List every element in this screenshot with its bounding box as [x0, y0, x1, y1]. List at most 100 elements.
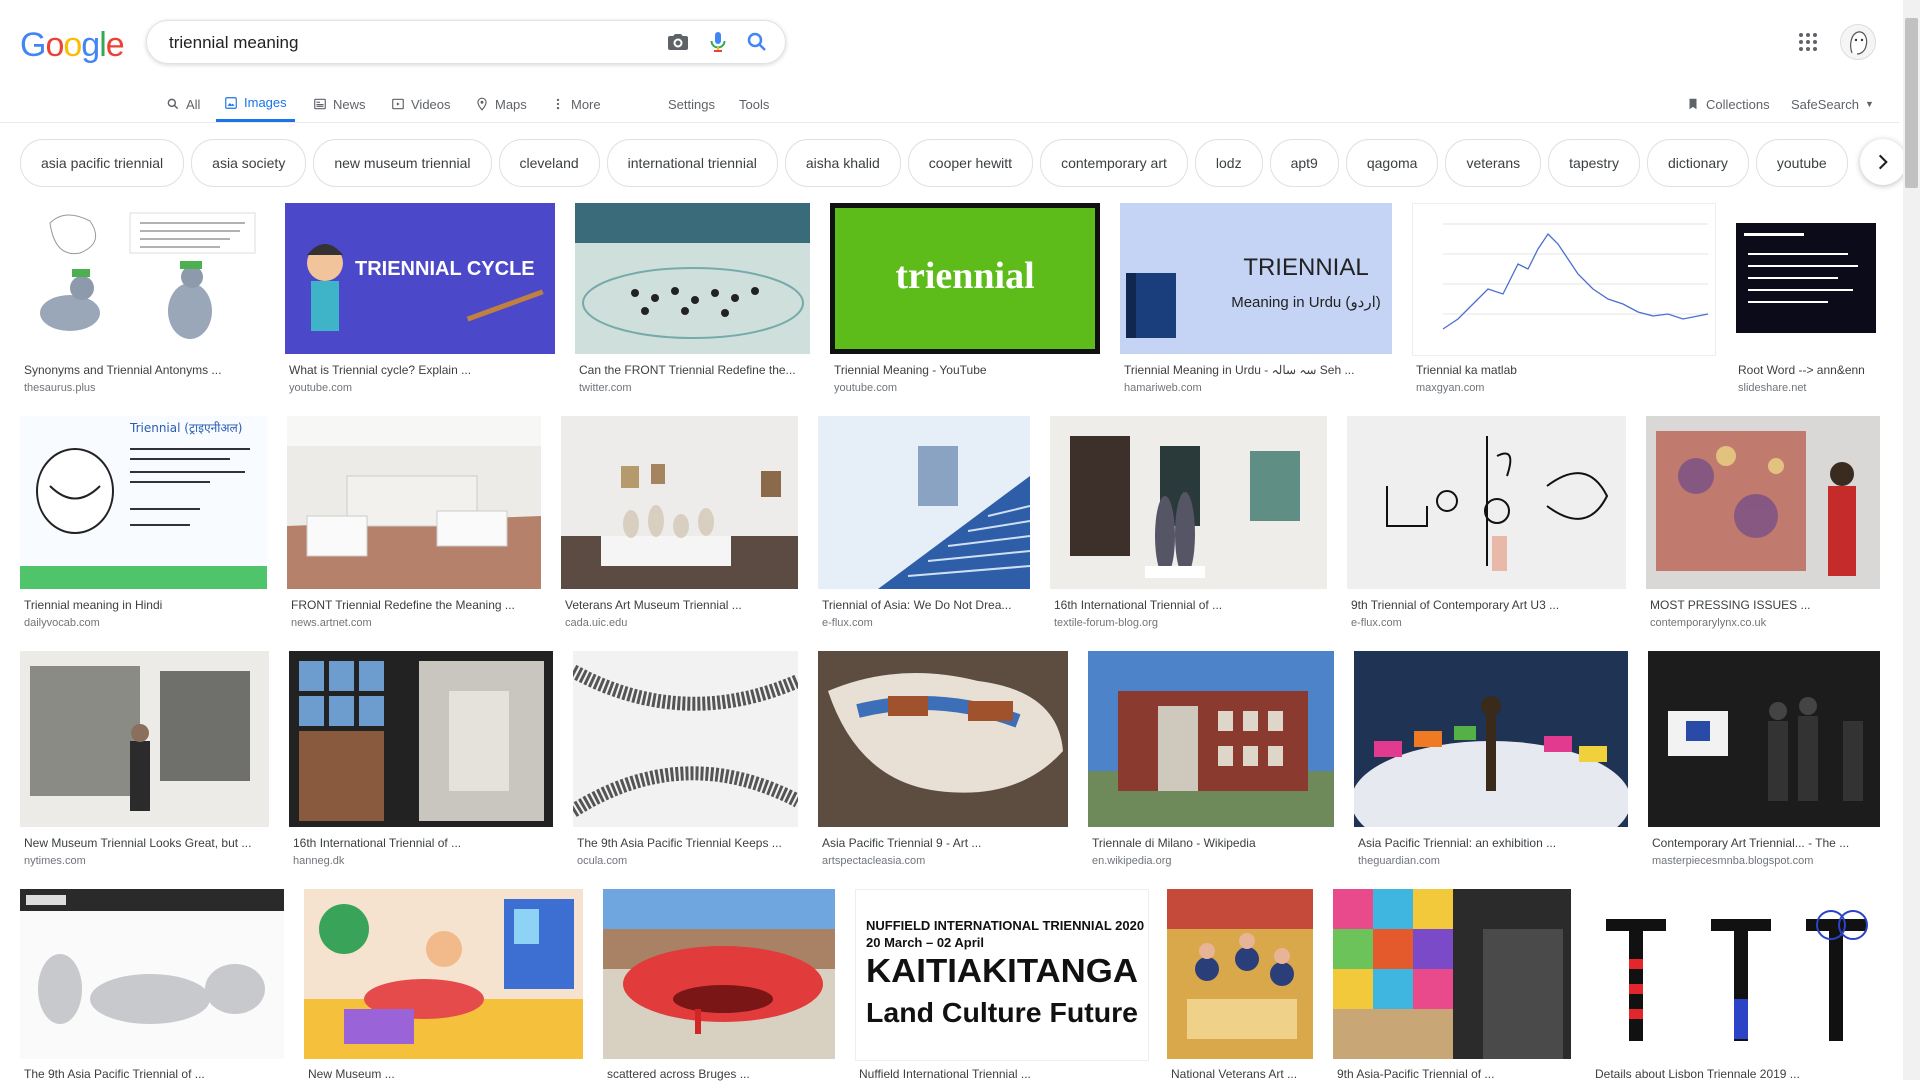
chip[interactable]: asia society: [191, 139, 307, 187]
image-result[interactable]: Asia Pacific Triennial 9 - Art ... artsp…: [818, 651, 1068, 869]
triennale-building-image: [1088, 651, 1334, 827]
result-title: Nuffield International Triennial ...: [859, 1067, 1031, 1081]
result-thumbnail: [20, 651, 269, 827]
tab-all[interactable]: All: [166, 86, 200, 122]
image-result[interactable]: triennial Triennial Meaning - YouTube yo…: [830, 203, 1100, 394]
result-thumbnail: [1591, 889, 1880, 1059]
result-title: National Veterans Art ...: [1171, 1067, 1298, 1081]
tab-videos[interactable]: Videos: [391, 86, 451, 122]
result-thumbnail: NUFFIELD INTERNATIONAL TRIENNIAL 2020 20…: [855, 889, 1149, 1061]
result-thumbnail: [1354, 651, 1628, 827]
result-thumbnail: triennial: [830, 203, 1100, 354]
ceramic-ship-mosaic-image: [818, 651, 1068, 827]
result-source: ocula.com: [577, 855, 628, 867]
image-result[interactable]: NUFFIELD INTERNATIONAL TRIENNIAL 2020 20…: [855, 889, 1149, 1081]
thumb-caption: Meaning in Urdu (اردو): [1231, 294, 1381, 311]
image-result[interactable]: The 9th Asia Pacific Triennial Keeps ...…: [573, 651, 798, 869]
chip[interactable]: asia pacific triennial: [20, 139, 185, 187]
thumb-caption: KAITIAKITANGA: [866, 952, 1138, 989]
account-avatar[interactable]: [1840, 24, 1876, 60]
scrollbar-thumb[interactable]: [1905, 18, 1918, 188]
chip[interactable]: new museum triennial: [313, 139, 492, 187]
image-result[interactable]: Triennial of Asia: We Do Not Drea... e-f…: [818, 416, 1030, 630]
image-result[interactable]: Triennale di Milano - Wikipedia en.wikip…: [1088, 651, 1334, 869]
search-icon[interactable]: [745, 30, 769, 54]
related-search-chips: asia pacific triennial asia society new mu…: [20, 139, 1880, 187]
image-result[interactable]: Triennial (ट्राइएनीअल) Triennial meaning…: [20, 416, 267, 630]
result-thumbnail: [304, 889, 583, 1059]
image-result[interactable]: The 9th Asia Pacific Triennial of ...: [20, 889, 284, 1081]
chip[interactable]: youtube: [1755, 139, 1848, 187]
chip[interactable]: cooper hewitt: [907, 139, 1034, 187]
result-title: Triennial meaning in Hindi: [24, 598, 163, 612]
image-result[interactable]: 9th Asia-Pacific Triennial of ...: [1333, 889, 1571, 1081]
chip[interactable]: lodz: [1194, 139, 1263, 187]
image-result[interactable]: Details about Lisbon Triennale 2019 ...: [1591, 889, 1880, 1081]
image-result[interactable]: Veterans Art Museum Triennial ... cada.u…: [561, 416, 798, 630]
chip[interactable]: aisha khalid: [784, 139, 901, 187]
search-input[interactable]: [167, 21, 641, 65]
image-result[interactable]: Asia Pacific Triennial: an exhibition ..…: [1354, 651, 1628, 869]
image-result[interactable]: Triennial ka matlab maxgyan.com: [1412, 203, 1716, 394]
result-source: contemporarylynx.co.uk: [1650, 617, 1767, 629]
image-result[interactable]: TRIENNIAL Meaning in Urdu (اردو) Triennia…: [1120, 203, 1392, 394]
chips-next-button[interactable]: [1860, 139, 1906, 185]
image-result[interactable]: scattered across Bruges ...: [603, 889, 835, 1081]
result-source: youtube.com: [289, 382, 352, 394]
image-result[interactable]: TRIENNIAL CYCLE What is Triennial cycle?…: [285, 203, 555, 394]
google-logo[interactable]: Google: [20, 26, 125, 65]
chip[interactable]: apt9: [1269, 139, 1339, 187]
image-result[interactable]: Synonyms and Triennial Antonyms ... thes…: [20, 203, 265, 394]
urdu-dictionary-image: TRIENNIAL Meaning in Urdu (اردو): [1126, 254, 1381, 338]
chip[interactable]: veterans: [1445, 139, 1542, 187]
safesearch-button[interactable]: SafeSearch ▼: [1791, 86, 1874, 122]
tab-news[interactable]: News: [313, 86, 366, 122]
result-title: scattered across Bruges ...: [607, 1067, 750, 1081]
result-thumbnail: [20, 889, 284, 1059]
chip[interactable]: contemporary art: [1040, 139, 1188, 187]
tab-images[interactable]: Images: [216, 86, 295, 122]
safesearch-label: SafeSearch: [1791, 96, 1859, 112]
chip[interactable]: international triennial: [606, 139, 778, 187]
result-source: cada.uic.edu: [565, 617, 628, 629]
camera-icon[interactable]: [666, 30, 690, 54]
collections-button[interactable]: Collections: [1686, 86, 1770, 122]
image-result[interactable]: New Museum Triennial Looks Great, but ..…: [20, 651, 269, 869]
tab-label: More: [571, 96, 601, 112]
result-source: theguardian.com: [1358, 855, 1440, 867]
nuffield-poster-image: NUFFIELD INTERNATIONAL TRIENNIAL 2020 20…: [866, 918, 1144, 1028]
chip[interactable]: tapestry: [1548, 139, 1640, 187]
textile-exhibition-image: [1050, 416, 1327, 589]
image-result[interactable]: Contemporary Art Triennial... - The ... …: [1648, 651, 1880, 869]
page-scrollbar[interactable]: [1903, 0, 1920, 1080]
thumb-caption: Land Culture Future: [866, 997, 1138, 1028]
result-thumbnail: [20, 203, 265, 354]
apps-grid-icon[interactable]: [1796, 30, 1820, 54]
window-grid-image: [289, 651, 553, 827]
tab-more[interactable]: More: [551, 86, 601, 122]
image-result[interactable]: 16th International Triennial of ... text…: [1050, 416, 1327, 630]
thumb-caption: TRIENNIAL: [1243, 254, 1368, 281]
result-thumbnail: [1088, 651, 1334, 827]
tab-settings[interactable]: Settings: [668, 86, 715, 122]
result-thumbnail: [1646, 416, 1880, 589]
image-result[interactable]: Can the FRONT Triennial Redefine the... …: [575, 203, 810, 394]
pigeon-cartoon-image: [40, 212, 256, 339]
chip[interactable]: dictionary: [1646, 139, 1749, 187]
image-result[interactable]: New Museum ...: [304, 889, 583, 1081]
image-result[interactable]: MOST PRESSING ISSUES ... contemporarylyn…: [1646, 416, 1880, 630]
image-result[interactable]: 9th Triennial of Contemporary Art U3 ...…: [1347, 416, 1626, 630]
result-source: hanneg.dk: [293, 855, 345, 867]
image-result[interactable]: Root Word --> ann&enn slideshare.net: [1734, 203, 1880, 394]
tab-tools[interactable]: Tools: [739, 86, 769, 122]
tab-maps[interactable]: Maps: [475, 86, 527, 122]
result-thumbnail: [1347, 416, 1626, 589]
image-result[interactable]: FRONT Triennial Redefine the Meaning ...…: [287, 416, 541, 630]
chip[interactable]: qagoma: [1345, 139, 1439, 187]
image-result[interactable]: 16th International Triennial of ... hann…: [289, 651, 553, 869]
result-source: e-flux.com: [822, 617, 873, 629]
result-title: The 9th Asia Pacific Triennial of ...: [24, 1067, 205, 1081]
microphone-icon[interactable]: [706, 30, 730, 54]
image-result[interactable]: National Veterans Art ...: [1167, 889, 1313, 1081]
chip[interactable]: cleveland: [498, 139, 600, 187]
